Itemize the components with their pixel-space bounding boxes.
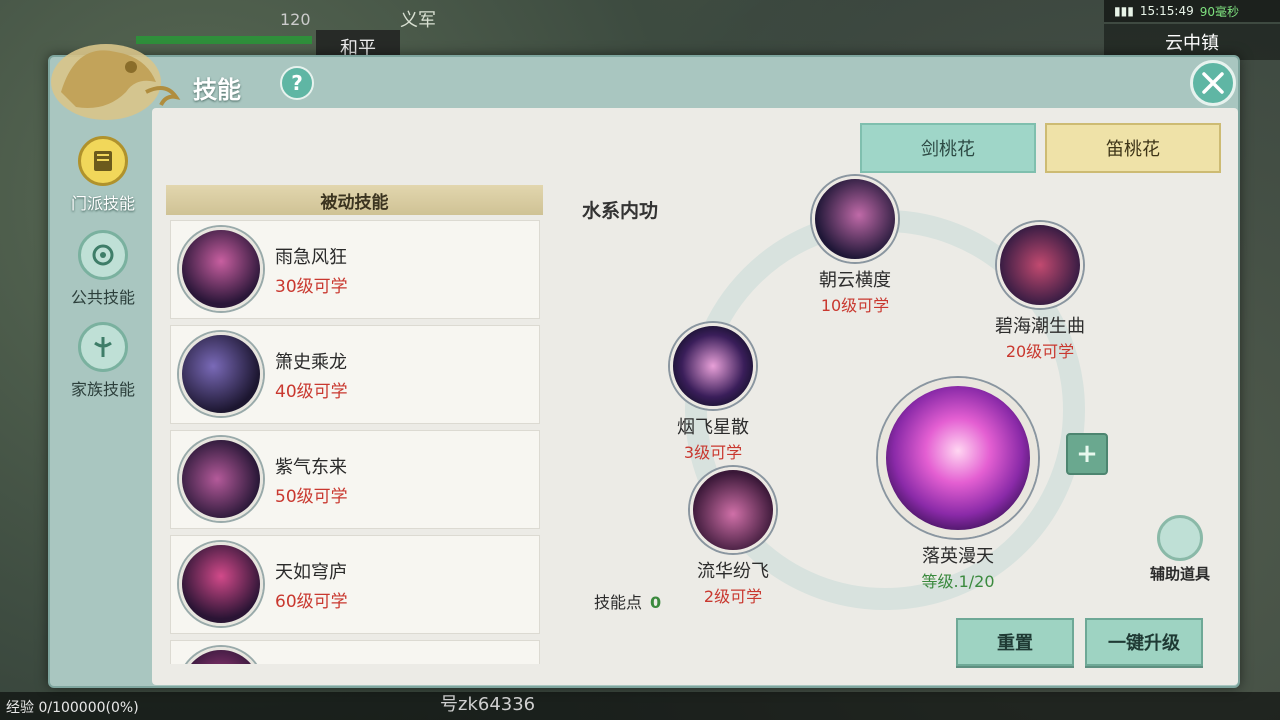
aux-item-button[interactable]: 辅助道具 bbox=[1140, 515, 1220, 584]
node-name: 朝云横度 bbox=[819, 270, 891, 291]
skill-level: 30级可学 bbox=[275, 277, 348, 297]
skill-name: 雨急风狂 bbox=[275, 247, 347, 268]
skill-icon bbox=[179, 647, 263, 664]
tab-flute-peach[interactable]: 笛桃花 bbox=[1045, 123, 1221, 173]
node-name: 落英漫天 bbox=[922, 546, 994, 567]
node-level: 20级可学 bbox=[1005, 342, 1075, 361]
passive-skills-header: 被动技能 bbox=[166, 185, 543, 215]
node-name: 烟飞星散 bbox=[677, 417, 749, 438]
passive-skill-list[interactable]: 雨急风狂 30级可学 箫史乘龙 40级可学 紫气东来 50级可学 天如穹庐 60… bbox=[170, 220, 540, 664]
skill-level: 50级可学 bbox=[275, 487, 348, 507]
skill-points-label: 技能点 bbox=[594, 593, 643, 612]
lotus-skill-icon bbox=[878, 378, 1038, 538]
sky-dome-skill-icon bbox=[179, 542, 263, 626]
reset-button[interactable]: 重置 bbox=[956, 618, 1074, 666]
node-name: 流华纷飞 bbox=[697, 561, 769, 582]
player-id-text: 号zk64336 bbox=[440, 694, 536, 715]
node-level: 等级.1/20 bbox=[921, 572, 995, 591]
morning-cloud-skill-icon bbox=[812, 176, 898, 262]
tab-school-skills[interactable]: 门派技能 bbox=[56, 136, 150, 214]
scroll-icon bbox=[78, 230, 128, 280]
list-item[interactable]: 紫气东来 50级可学 bbox=[170, 430, 540, 529]
skill-name: 天如穹庐 bbox=[275, 562, 347, 583]
skill-name: 紫气东来 bbox=[275, 457, 347, 478]
signal-icon: ▮▮▮ bbox=[1114, 4, 1134, 18]
close-button[interactable] bbox=[1190, 60, 1236, 106]
node-level: 3级可学 bbox=[683, 443, 743, 462]
status-time: 15:15:49 bbox=[1139, 4, 1194, 18]
exp-text: 经验 0/100000(0%) bbox=[6, 700, 139, 716]
dragon-flute-skill-icon bbox=[179, 332, 263, 416]
bottom-bar bbox=[0, 692, 1280, 720]
skill-node[interactable]: 碧海潮生曲 20级可学 bbox=[980, 222, 1100, 362]
add-point-button[interactable]: + bbox=[1066, 433, 1108, 475]
close-icon bbox=[1202, 72, 1224, 94]
skill-node[interactable]: 流华纷飞 2级可学 bbox=[676, 467, 790, 607]
skill-points: 技能点 0 bbox=[594, 589, 661, 613]
list-item[interactable]: 天如穹庐 60级可学 bbox=[170, 535, 540, 634]
skill-level: 60级可学 bbox=[275, 592, 348, 612]
section-title: 水系内功 bbox=[582, 200, 659, 222]
skill-name: 箫史乘龙 bbox=[275, 352, 347, 373]
upgrade-all-button[interactable]: 一键升级 bbox=[1085, 618, 1203, 666]
skill-level: 40级可学 bbox=[275, 382, 348, 402]
node-name: 碧海潮生曲 bbox=[995, 316, 1085, 337]
aux-item-label: 辅助道具 bbox=[1149, 565, 1210, 583]
status-bar: ▮▮▮ 15:15:49 90毫秒 bbox=[1104, 0, 1280, 22]
skill-node[interactable]: 朝云横度 10级可学 bbox=[800, 176, 910, 316]
purple-qi-skill-icon bbox=[179, 437, 263, 521]
help-button[interactable]: ? bbox=[280, 66, 314, 100]
main-skill-node[interactable]: 落英漫天 等级.1/20 bbox=[873, 378, 1043, 592]
scroll-icon bbox=[1157, 515, 1203, 561]
tab-sword-peach[interactable]: 剑桃花 bbox=[860, 123, 1036, 173]
tree-icon bbox=[78, 322, 128, 372]
book-icon bbox=[78, 136, 128, 186]
panel-title: 技能 bbox=[193, 76, 241, 104]
rain-skill-icon bbox=[179, 227, 263, 311]
skill-points-value: 0 bbox=[650, 593, 662, 612]
star-scatter-skill-icon bbox=[670, 323, 756, 409]
node-level: 2级可学 bbox=[703, 587, 763, 606]
level-text: 120 bbox=[280, 10, 311, 29]
sea-tide-skill-icon bbox=[997, 222, 1083, 308]
node-level: 10级可学 bbox=[820, 296, 890, 315]
tab-common-skills[interactable]: 公共技能 bbox=[56, 230, 150, 308]
status-ping: 90毫秒 bbox=[1199, 4, 1239, 19]
top-name-text: 义军 bbox=[400, 10, 436, 31]
list-item[interactable]: 雨急风狂 30级可学 bbox=[170, 220, 540, 319]
skill-node[interactable]: 烟飞星散 3级可学 bbox=[656, 323, 770, 463]
tab-family-skills[interactable]: 家族技能 bbox=[56, 322, 150, 400]
list-item[interactable] bbox=[170, 640, 540, 664]
tab-common-skills-label: 公共技能 bbox=[70, 288, 135, 307]
list-item[interactable]: 箫史乘龙 40级可学 bbox=[170, 325, 540, 424]
flowing-petal-skill-icon bbox=[690, 467, 776, 553]
tab-family-skills-label: 家族技能 bbox=[70, 380, 135, 399]
tab-school-skills-label: 门派技能 bbox=[70, 194, 135, 213]
